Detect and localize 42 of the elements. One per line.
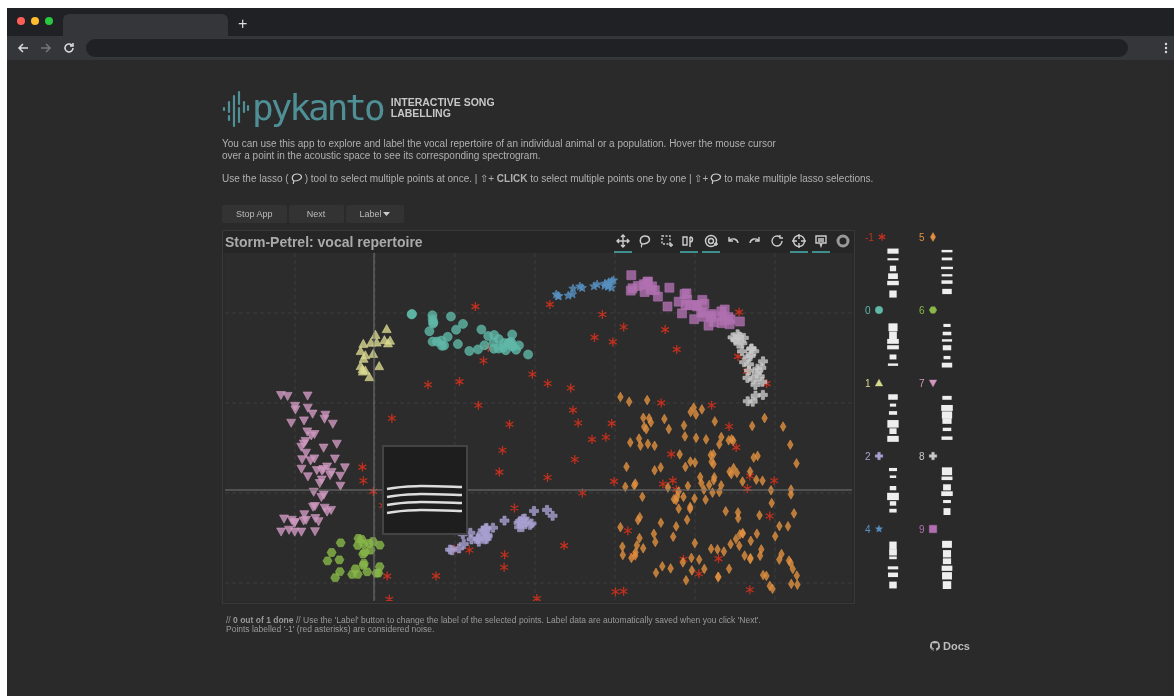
legend-label[interactable]: 8 [919, 450, 925, 462]
status-note: // 0 out of 1 done // Use the 'Label' button to change the label of the selected points. Label data are automatically saved when you click 'Next'. Points labelled '-1' (red asterisks) are considered noise. [226, 616, 762, 634]
intro-paragraph: You can use this app to explore and label the vocal repertoire of an individual animal or a population. Hover the mouse cursor over a point in the acoustic space to see its corresponding spectrogram. [222, 138, 777, 162]
legend-label[interactable]: 4 [865, 523, 871, 535]
back-icon[interactable] [17, 42, 29, 54]
more-menu-icon[interactable] [1164, 42, 1168, 54]
reset-icon [770, 233, 784, 248]
close-window-dot[interactable] [17, 17, 25, 25]
wheel-zoom-icon [682, 233, 696, 248]
label-dropdown-button[interactable]: Label [345, 205, 404, 223]
box-select-icon [660, 233, 674, 248]
docs-link[interactable]: Docs [930, 640, 970, 652]
waveform-logo-icon [222, 88, 250, 128]
legend-label[interactable]: 5 [919, 231, 925, 243]
usage-text: ) tool to select multiple points at once. | ⇧+ CLICK to select multiple points one by one | ⇧+ [304, 173, 709, 184]
legend-label[interactable]: 1 [865, 377, 871, 389]
app-title: INTERACTIVE SONG LABELLING [390, 97, 496, 119]
lasso-icon [290, 173, 303, 184]
caret-icon [382, 212, 390, 216]
action-button[interactable]: Next [288, 205, 344, 223]
plot-title: Storm-Petrel: vocal repertoire [225, 234, 423, 250]
legend-label[interactable]: 0 [865, 304, 871, 316]
usage-text: to make multiple lasso selections. [724, 173, 874, 184]
legend-label[interactable]: 7 [919, 377, 925, 389]
legend-label[interactable]: 6 [919, 304, 925, 316]
lasso-icon [710, 173, 723, 184]
zoom-icon [704, 233, 718, 248]
move-icon [616, 233, 630, 248]
tooltip-icon [814, 233, 828, 248]
new-tab-button[interactable]: + [228, 15, 258, 36]
minimize-window-dot[interactable] [31, 17, 39, 25]
legend-label[interactable]: 2 [865, 450, 871, 462]
maximize-window-dot[interactable] [45, 17, 53, 25]
lasso-icon [638, 233, 652, 248]
forward-icon[interactable] [40, 42, 52, 54]
usage-text: Use the lasso ( [222, 173, 289, 184]
github-icon [930, 641, 940, 651]
crosshair-icon [792, 233, 806, 248]
reload-icon[interactable] [63, 42, 75, 54]
logo-text: pykanto [252, 88, 383, 128]
legend-label[interactable]: 9 [919, 523, 925, 535]
action-button[interactable]: Stop App [222, 205, 287, 223]
